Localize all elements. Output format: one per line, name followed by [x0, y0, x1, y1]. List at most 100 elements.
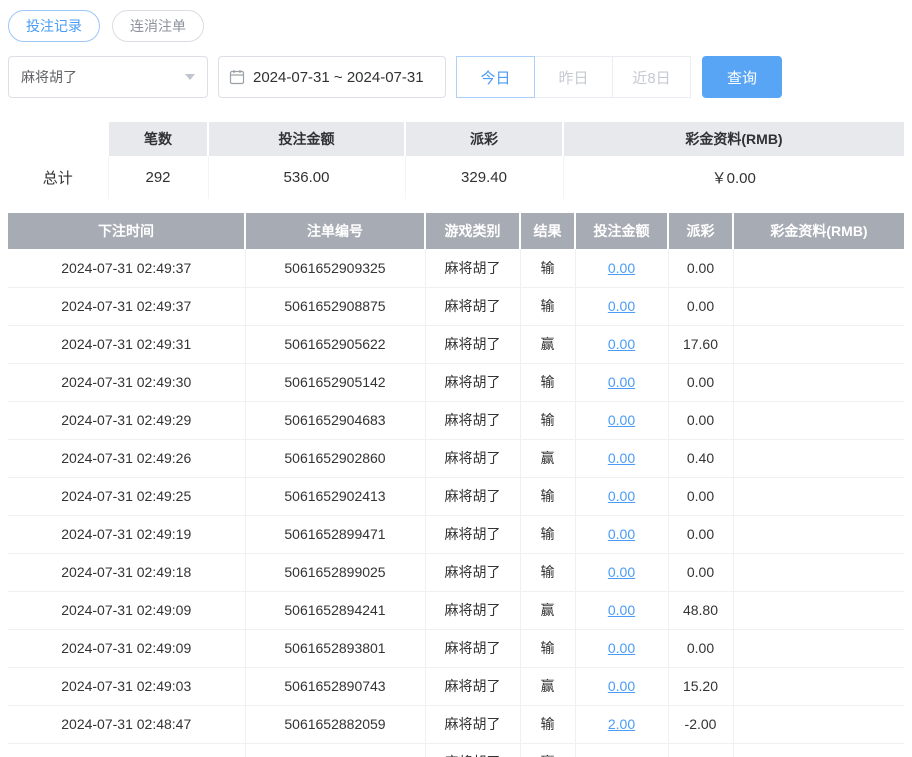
cell-bet-id: 5061652878382 [245, 743, 426, 757]
bet-amount-link[interactable]: 2.00 [608, 716, 635, 732]
cell-payout: 0.00 [668, 553, 734, 592]
cell-bet-id: 5061652894241 [245, 591, 426, 630]
cell-game-type: 麻将胡了 [425, 591, 521, 630]
cell-bonus [733, 591, 904, 630]
bet-amount-link[interactable]: 0.00 [608, 564, 635, 580]
cell-bonus [733, 401, 904, 440]
summary-total-bonus: ￥0.00 [711, 170, 756, 187]
bet-amount-link[interactable]: 0.00 [608, 488, 635, 504]
tabs: 投注记录 连消注单 [8, 10, 904, 42]
bet-table-header-cell: 游戏类别 [425, 213, 521, 249]
summary-header-cell: 派彩 [405, 122, 564, 156]
cell-game-type: 麻将胡了 [425, 249, 521, 288]
bet-amount-link[interactable]: 0.00 [608, 602, 635, 618]
cell-result: 赢 [520, 667, 576, 706]
cell-bet-time: 2024-07-31 02:49:18 [8, 553, 246, 592]
cell-bonus [733, 743, 904, 757]
cell-payout: 17.60 [668, 325, 734, 364]
tab-betting-records[interactable]: 投注记录 [8, 10, 100, 42]
cell-game-type: 麻将胡了 [425, 287, 521, 326]
table-row: 2024-07-31 02:48:405061652878382麻将胡了赢2.0… [8, 743, 904, 757]
tab-cancelled-orders[interactable]: 连消注单 [112, 10, 204, 42]
bet-amount-link[interactable]: 0.00 [608, 412, 635, 428]
cell-bet-amount: 2.00 [575, 705, 669, 744]
cell-bet-id: 5061652904683 [245, 401, 426, 440]
bet-amount-link[interactable]: 0.00 [608, 374, 635, 390]
summary-total-label: 总计 [8, 156, 109, 199]
cell-payout: 0.80 [668, 743, 734, 757]
table-row: 2024-07-31 02:49:19 5061652899471 麻将胡了输 0.0… [8, 515, 904, 554]
cell-bet-id: 5061652882059 [245, 705, 426, 744]
cell-result: 输 [520, 287, 576, 326]
cell-bet-time: 2024-07-31 02:49:25 [8, 477, 246, 516]
cell-result: 输 [520, 705, 576, 744]
cell-payout: 0.00 [668, 629, 734, 668]
cell-payout: 0.00 [668, 287, 734, 326]
today-button[interactable]: 今日 [456, 56, 535, 98]
summary-header-cell: 投注金额 [208, 122, 406, 156]
bet-table-header-cell: 彩金资料(RMB) [733, 213, 904, 249]
cell-bet-id: 5061652890743 [245, 667, 426, 706]
summary-total-count: 292 [108, 156, 209, 199]
cell-bonus [733, 249, 904, 288]
cell-bet-id: 5061652905622 [245, 325, 426, 364]
table-row: 2024-07-31 02:49:30 5061652905142 麻将胡了输 0.0… [8, 363, 904, 402]
cell-bet-time: 2024-07-31 02:49:30 [8, 363, 246, 402]
cell-bonus [733, 667, 904, 706]
yesterday-button[interactable]: 昨日 [534, 56, 613, 98]
cell-bet-time: 2024-07-31 02:49:03 [8, 667, 246, 706]
bet-amount-link[interactable]: 0.00 [608, 640, 635, 656]
query-button[interactable]: 查询 [702, 56, 782, 98]
table-row: 2024-07-31 02:49:29 5061652904683 麻将胡了输 0.0… [8, 401, 904, 440]
cell-result: 赢 [520, 439, 576, 478]
last-8-days-button[interactable]: 近8日 [612, 56, 691, 98]
cell-game-type: 麻将胡了 [425, 401, 521, 440]
cell-game-type: 麻将胡了 [425, 325, 521, 364]
bet-amount-link[interactable]: 0.00 [608, 298, 635, 314]
cell-result: 赢 [520, 591, 576, 630]
cell-bet-time: 2024-07-31 02:49:29 [8, 401, 246, 440]
cell-bet-amount: 0.00 [575, 287, 669, 326]
bet-table-header-cell: 投注金额 [575, 213, 669, 249]
cell-bet-amount: 0.00 [575, 591, 669, 630]
cell-bonus [733, 705, 904, 744]
date-range-picker[interactable]: 2024-07-31 ~ 2024-07-31 [218, 56, 446, 98]
bet-table-header-row: 下注时间 注单编号 游戏类别 结果 投注金额 派彩 彩金资料(RMB) [8, 213, 904, 249]
game-select-value: 麻将胡了 [21, 69, 77, 85]
cell-result: 输 [520, 515, 576, 554]
cell-bonus [733, 363, 904, 402]
cell-bonus [733, 629, 904, 668]
cell-game-type: 麻将胡了 [425, 553, 521, 592]
cell-payout: 0.40 [668, 439, 734, 478]
cell-bet-id: 5061652902860 [245, 439, 426, 478]
bet-amount-link[interactable]: 0.00 [608, 678, 635, 694]
cell-bet-time: 2024-07-31 02:49:26 [8, 439, 246, 478]
bet-amount-link[interactable]: 0.00 [608, 260, 635, 276]
cell-game-type: 麻将胡了 [425, 439, 521, 478]
cell-bonus [733, 287, 904, 326]
bet-amount-link[interactable]: 0.00 [608, 450, 635, 466]
table-row: 2024-07-31 02:49:09 5061652894241 麻将胡了赢 0.0… [8, 591, 904, 630]
table-row: 2024-07-31 02:49:18 5061652899025 麻将胡了输 0.0… [8, 553, 904, 592]
table-row: 2024-07-31 02:49:37 5061652908875 麻将胡了输 0.0… [8, 287, 904, 326]
table-row: 2024-07-31 02:49:37 5061652909325 麻将胡了输 0.0… [8, 249, 904, 288]
cell-bet-time: 2024-07-31 02:49:19 [8, 515, 246, 554]
cell-bet-time: 2024-07-31 02:48:40 [8, 743, 246, 757]
cell-result: 输 [520, 629, 576, 668]
bet-amount-link[interactable]: 0.00 [608, 526, 635, 542]
cell-game-type: 麻将胡了 [425, 629, 521, 668]
cell-bet-amount: 0.00 [575, 439, 669, 478]
cell-game-type: 麻将胡了 [425, 515, 521, 554]
cell-bonus [733, 325, 904, 364]
cell-bet-id: 5061652908875 [245, 287, 426, 326]
bet-amount-link[interactable]: 0.00 [608, 336, 635, 352]
summary-total-row: 总计 292 536.00 329.40 ￥0.00 [8, 156, 904, 199]
cell-result: 输 [520, 249, 576, 288]
bet-table-body: 2024-07-31 02:49:37 5061652909325 麻将胡了输 0.0… [8, 249, 904, 757]
cell-bet-amount: 0.00 [575, 477, 669, 516]
game-select[interactable]: 麻将胡了 [8, 56, 208, 98]
bet-table-header-cell: 结果 [520, 213, 576, 249]
cell-payout: 15.20 [668, 667, 734, 706]
cell-result: 赢 [520, 743, 576, 757]
cell-bet-time: 2024-07-31 02:48:47 [8, 705, 246, 744]
